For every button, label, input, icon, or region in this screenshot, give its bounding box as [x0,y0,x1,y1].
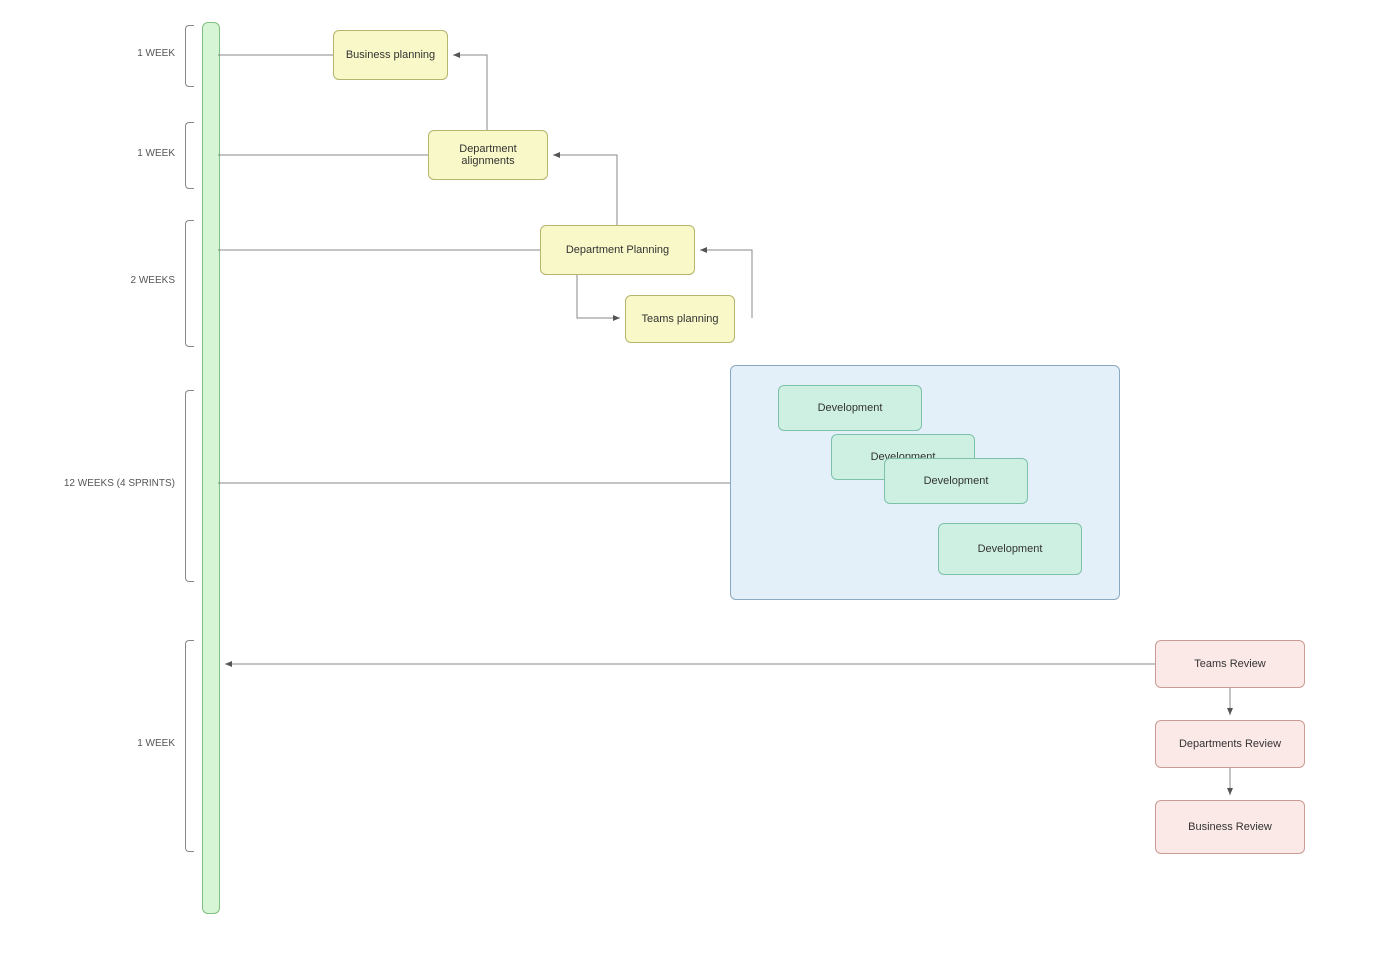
box-teams-planning: Teams planning [625,295,735,343]
box-dev-sprint-3: Development [884,458,1028,504]
box-label: Teams planning [641,313,718,325]
diagram-canvas: 1 WEEK 1 WEEK 2 WEEKS 12 WEEKS (4 SPRINT… [0,0,1400,956]
box-dev-sprint-4: Development [938,523,1082,575]
box-business-review: Business Review [1155,800,1305,854]
bracket-phase-3 [185,220,194,347]
bracket-phase-2 [185,122,194,189]
bracket-phase-5 [185,640,194,852]
box-departments-review: Departments Review [1155,720,1305,768]
box-label: Development [924,475,989,487]
box-label: Development [978,543,1043,555]
box-label: Department Planning [566,244,669,256]
box-dev-sprint-1: Development [778,385,922,431]
box-label: Departments Review [1179,738,1281,750]
bracket-label-phase-5: 1 WEEK [120,738,175,749]
box-label: Teams Review [1194,658,1266,670]
box-label: Business Review [1188,821,1272,833]
box-business-planning: Business planning [333,30,448,80]
bracket-label-phase-2: 1 WEEK [120,148,175,159]
box-label: Business planning [346,49,435,61]
bracket-label-phase-3: 2 WEEKS [115,275,175,286]
timeline-bar [202,22,220,914]
bracket-phase-4 [185,390,194,582]
box-label: Development [818,402,883,414]
box-label: Department alignments [433,143,543,167]
bracket-label-phase-4: 12 WEEKS (4 SPRINTS) [55,478,175,489]
bracket-label-phase-1: 1 WEEK [120,48,175,59]
box-teams-review: Teams Review [1155,640,1305,688]
bracket-phase-1 [185,25,194,87]
box-department-alignments: Department alignments [428,130,548,180]
box-department-planning: Department Planning [540,225,695,275]
